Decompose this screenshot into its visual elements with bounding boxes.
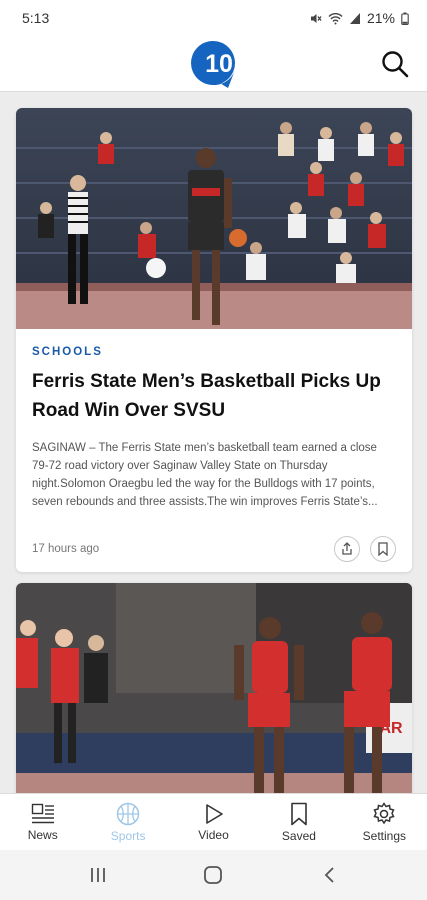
recent-apps-icon — [90, 868, 105, 882]
article-card[interactable]: AR — [16, 583, 412, 793]
gear-icon — [373, 801, 395, 824]
article-summary: SAGINAW – The Ferris State men’s basketb… — [32, 442, 378, 508]
logo-text: 10 — [205, 50, 233, 78]
basketball-icon — [116, 802, 140, 825]
status-bar: 5:13 21% — [0, 0, 427, 36]
article-footer: 17 hours ago — [32, 534, 396, 564]
article-category[interactable]: SCHOOLS — [32, 345, 396, 359]
tab-saved[interactable]: Saved — [256, 794, 341, 850]
back-icon — [324, 867, 334, 883]
mute-icon — [310, 13, 322, 23]
system-navigation-bar — [0, 850, 427, 900]
womens-basketball-players-photo[interactable]: AR — [16, 583, 412, 793]
status-icons: 21% — [309, 10, 409, 26]
channel-10-logo[interactable]: 10 — [188, 38, 240, 90]
tab-settings[interactable]: Settings — [342, 794, 427, 850]
back-button[interactable] — [309, 860, 349, 890]
bookmark-button[interactable] — [370, 536, 396, 562]
article-headline[interactable]: Ferris State Men’s Basketball Picks Up R… — [32, 367, 396, 425]
search-icon — [382, 51, 409, 78]
tab-label: News — [27, 827, 58, 842]
battery-percent: 21% — [366, 10, 395, 26]
share-icon — [342, 542, 352, 555]
recent-apps-button[interactable] — [78, 860, 118, 890]
tab-label: Saved — [281, 828, 316, 843]
bookmark-icon — [378, 542, 388, 556]
tab-label: Sports — [110, 828, 146, 843]
news-feed[interactable]: SCHOOLS Ferris State Men’s Basketball Pi… — [0, 93, 427, 793]
bookmark-icon — [291, 802, 307, 825]
tab-video[interactable]: Video — [171, 794, 256, 850]
article-timestamp: 17 hours ago — [32, 543, 100, 555]
bottom-navigation: News Sports Video Saved Settings — [0, 793, 427, 850]
signal-icon — [349, 12, 360, 24]
search-button[interactable] — [375, 44, 415, 84]
tab-sports[interactable]: Sports — [85, 794, 170, 850]
basketball-player-dribbling-photo[interactable] — [16, 108, 412, 329]
tab-label: Video — [198, 827, 229, 842]
tab-news[interactable]: News — [0, 794, 85, 850]
wifi-icon — [328, 12, 343, 24]
status-time: 5:13 — [22, 10, 50, 26]
home-icon — [204, 866, 223, 884]
article-card[interactable]: SCHOOLS Ferris State Men’s Basketball Pi… — [16, 108, 412, 572]
tab-label: Settings — [362, 828, 406, 843]
article-body[interactable]: SCHOOLS Ferris State Men’s Basketball Pi… — [16, 329, 412, 511]
play-icon — [205, 803, 223, 824]
home-button[interactable] — [193, 860, 233, 890]
battery-icon — [401, 12, 409, 25]
share-button[interactable] — [334, 536, 360, 562]
news-icon — [31, 803, 54, 823]
app-header: 10 — [0, 36, 427, 92]
article-actions — [334, 536, 396, 562]
